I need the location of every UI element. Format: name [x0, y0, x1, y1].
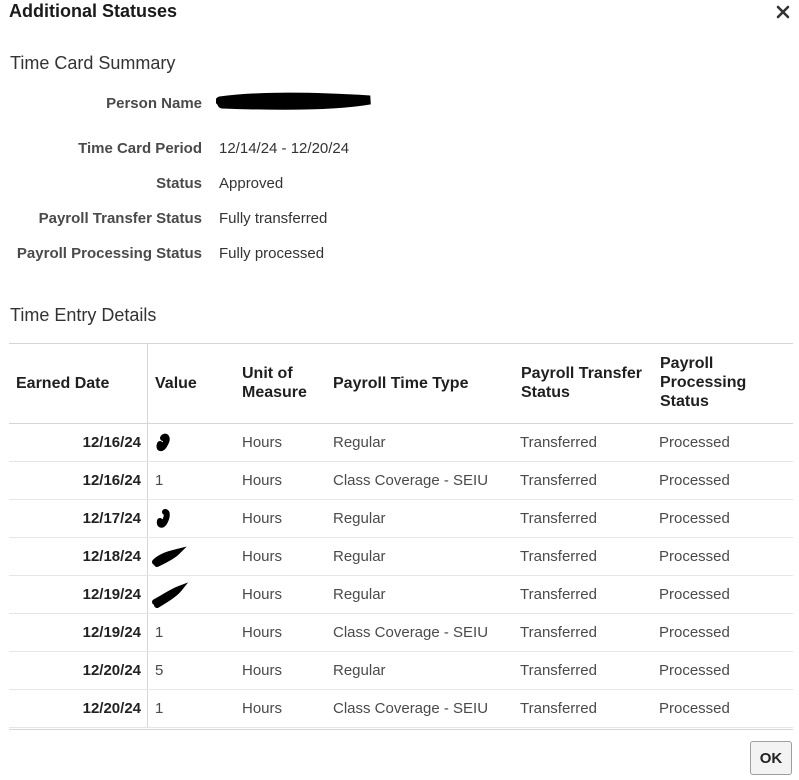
unit-cell: Hours — [242, 624, 283, 641]
column-header-label: Value — [155, 375, 197, 392]
time-type-cell: Class Coverage - SEIU — [333, 472, 489, 489]
table-row[interactable]: 12/17/24 Hours Regular Transferred Proce… — [9, 500, 793, 538]
time-entry-table: Earned Date Value Unit of Measure Payrol… — [9, 343, 793, 728]
time-type-cell: Regular — [333, 586, 386, 603]
processing-status-cell: Processed — [659, 662, 730, 679]
summary-processing-row: Payroll Processing Status Fully processe… — [0, 245, 500, 265]
table-row[interactable]: 12/16/24 1 Hours Class Coverage - SEIU T… — [9, 462, 793, 500]
payroll-transfer-status-value: Fully transferred — [219, 210, 328, 227]
time-type-cell: Regular — [333, 662, 386, 679]
summary-transfer-row: Payroll Transfer Status Fully transferre… — [0, 210, 500, 230]
value-cell: 1 — [155, 700, 164, 717]
transfer-status-cell: Transferred — [520, 472, 597, 489]
column-header-label: Payroll Transfer — [521, 365, 642, 382]
earned-date-cell: 12/20/24 — [82, 662, 141, 679]
value-redacted — [156, 433, 170, 452]
person-name-label: Person Name — [106, 95, 202, 112]
column-header-label: Measure — [242, 384, 307, 401]
processing-status-cell: Processed — [659, 510, 730, 527]
payroll-processing-status-value: Fully processed — [219, 245, 325, 262]
earned-date-cell: 12/17/24 — [82, 510, 141, 527]
column-header-label: Payroll Time Type — [333, 375, 469, 392]
details-heading: Time Entry Details — [10, 305, 157, 325]
table-header: Earned Date Value Unit of Measure Payrol… — [9, 344, 793, 424]
column-header-earned-date[interactable]: Earned Date — [16, 374, 109, 393]
payroll-transfer-status-label: Payroll Transfer Status — [38, 210, 202, 227]
ok-button[interactable]: OK — [750, 741, 792, 775]
value-cell: 1 — [155, 472, 164, 489]
status-label: Status — [156, 175, 202, 192]
summary-heading: Time Card Summary — [10, 53, 176, 73]
table-row[interactable]: 12/16/24 Hours Regular Transferred Proce… — [9, 424, 793, 462]
table-row[interactable]: 12/19/24 1 Hours Class Coverage - SEIU T… — [9, 614, 793, 652]
transfer-status-cell: Transferred — [520, 548, 597, 565]
processing-status-cell: Processed — [659, 586, 730, 603]
table-row[interactable]: 12/20/24 1 Hours Class Coverage - SEIU T… — [9, 690, 793, 728]
unit-cell: Hours — [242, 548, 283, 565]
unit-cell: Hours — [242, 586, 283, 603]
processing-status-cell: Processed — [659, 624, 730, 641]
earned-date-cell: 12/16/24 — [82, 472, 141, 489]
table-row[interactable]: 12/18/24 Hours Regular Transferred Proce… — [9, 538, 793, 576]
column-header-label: Unit of — [242, 365, 293, 382]
value-cell: 1 — [155, 624, 164, 641]
transfer-status-cell: Transferred — [520, 434, 597, 451]
person-name-redacted — [216, 92, 371, 110]
close-icon — [776, 5, 790, 19]
transfer-status-cell: Transferred — [520, 510, 597, 527]
processing-status-cell: Processed — [659, 548, 730, 565]
value-redacted — [152, 546, 187, 567]
unit-cell: Hours — [242, 510, 283, 527]
earned-date-cell: 12/19/24 — [82, 586, 141, 603]
column-header-label: Status — [660, 393, 709, 410]
column-header-label: Status — [521, 384, 570, 401]
time-type-cell: Class Coverage - SEIU — [333, 624, 489, 641]
value-redacted — [156, 509, 170, 528]
column-header-payroll-time-type[interactable]: Payroll Time Type — [333, 374, 468, 393]
earned-date-cell: 12/16/24 — [82, 434, 141, 451]
status-value: Approved — [219, 175, 284, 192]
summary-status-row: Status Approved — [0, 175, 500, 195]
unit-cell: Hours — [242, 472, 283, 489]
column-header-payroll-processing-status[interactable]: Payroll Processing Status — [660, 354, 746, 411]
time-card-period-label: Time Card Period — [78, 140, 202, 157]
unit-cell: Hours — [242, 662, 283, 679]
column-header-label: Processing — [660, 374, 747, 391]
time-type-cell: Regular — [333, 548, 386, 565]
processing-status-cell: Processed — [659, 434, 730, 451]
dialog-title: Additional Statuses — [9, 1, 178, 21]
table-row[interactable]: 12/19/24 Hours Regular Transferred Proce… — [9, 576, 793, 614]
transfer-status-cell: Transferred — [520, 662, 597, 679]
value-redacted — [152, 582, 189, 608]
close-button[interactable] — [772, 1, 794, 23]
earned-date-cell: 12/20/24 — [82, 700, 141, 717]
transfer-status-cell: Transferred — [520, 624, 597, 641]
processing-status-cell: Processed — [659, 700, 730, 717]
column-header-value[interactable]: Value — [155, 374, 197, 393]
earned-date-cell: 12/18/24 — [82, 548, 141, 565]
unit-cell: Hours — [242, 700, 283, 717]
time-type-cell: Regular — [333, 510, 386, 527]
unit-cell: Hours — [242, 434, 283, 451]
value-cell: 5 — [155, 662, 164, 679]
column-header-payroll-transfer-status[interactable]: Payroll Transfer Status — [521, 364, 642, 402]
footer-divider — [9, 729, 793, 730]
time-type-cell: Class Coverage - SEIU — [333, 700, 489, 717]
time-card-period-value: 12/14/24 - 12/20/24 — [219, 140, 350, 157]
processing-status-cell: Processed — [659, 472, 730, 489]
transfer-status-cell: Transferred — [520, 586, 597, 603]
transfer-status-cell: Transferred — [520, 700, 597, 717]
payroll-processing-status-label: Payroll Processing Status — [16, 245, 202, 262]
column-header-label: Earned Date — [16, 375, 110, 392]
summary-period-row: Time Card Period 12/14/24 - 12/20/24 — [0, 140, 500, 160]
earned-date-cell: 12/19/24 — [82, 624, 141, 641]
table-row[interactable]: 12/20/24 5 Hours Regular Transferred Pro… — [9, 652, 793, 690]
column-header-unit-of-measure[interactable]: Unit of Measure — [242, 364, 307, 402]
time-type-cell: Regular — [333, 434, 386, 451]
column-header-label: Payroll — [660, 355, 714, 372]
